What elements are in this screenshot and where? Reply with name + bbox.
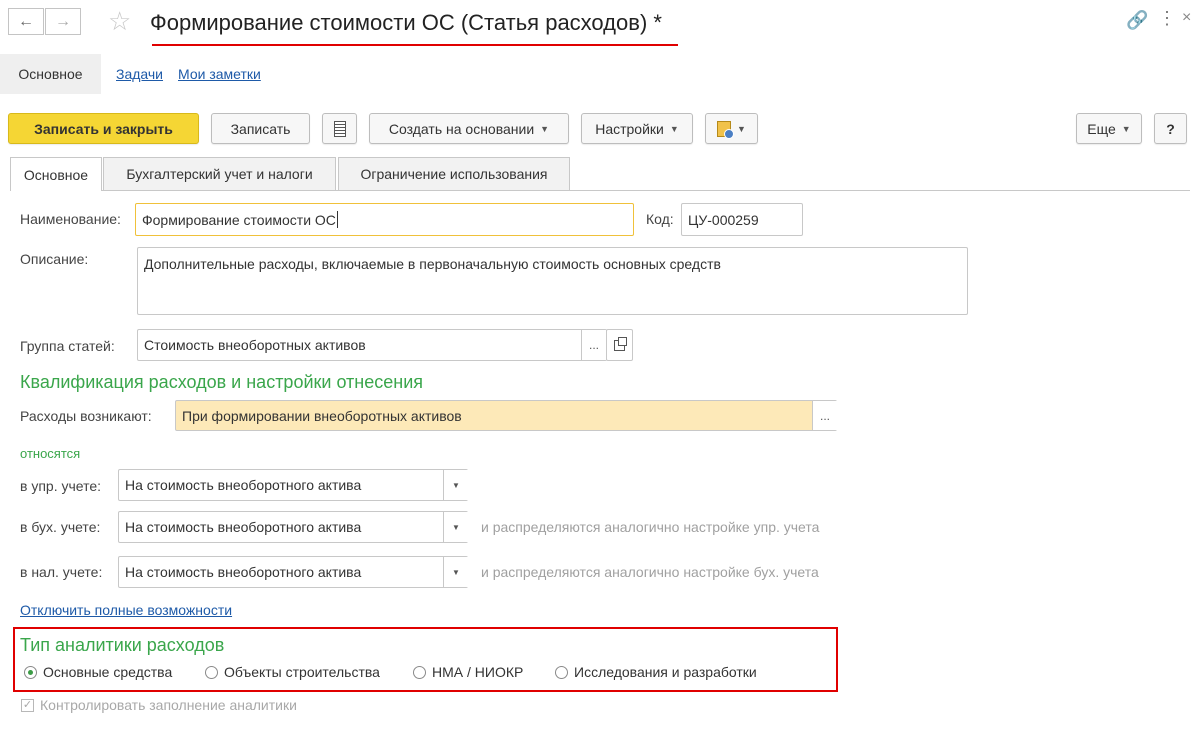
group-value: Стоимость внеоборотных активов bbox=[144, 337, 366, 353]
text-cursor bbox=[336, 211, 338, 228]
radio-fixed-assets[interactable]: Основные средства bbox=[24, 664, 172, 680]
arrow-right-icon: → bbox=[55, 12, 71, 30]
document-list-icon bbox=[333, 120, 346, 137]
chevron-down-icon: ▼ bbox=[452, 522, 460, 532]
radio-construction[interactable]: Объекты строительства bbox=[205, 664, 380, 680]
tab-label: Ограничение использования bbox=[360, 166, 548, 182]
relate-subtitle: относятся bbox=[20, 446, 81, 461]
control-checkbox-label: Контролировать заполнение аналитики bbox=[40, 697, 297, 713]
forward-button[interactable]: → bbox=[45, 8, 81, 35]
arise-input[interactable]: При формировании внеоборотных активов ..… bbox=[175, 400, 837, 431]
tax-label: в нал. учете: bbox=[20, 564, 103, 580]
radio-unchecked-icon bbox=[205, 665, 218, 679]
chevron-down-icon: ▼ bbox=[669, 123, 679, 134]
mgmt-label: в упр. учете: bbox=[20, 478, 102, 494]
ellipsis-icon: ... bbox=[588, 338, 599, 352]
more-vert-icon[interactable]: ⋮ bbox=[1158, 8, 1176, 29]
arise-label: Расходы возникают: bbox=[20, 408, 152, 424]
acc-value: На стоимость внеоборотного актива bbox=[125, 519, 362, 535]
nav-main-tab[interactable]: Основное bbox=[0, 54, 101, 94]
radio-checked-icon bbox=[24, 665, 37, 679]
tab-divider bbox=[10, 190, 1190, 191]
acc-hint: и распределяются аналогично настройке уп… bbox=[481, 519, 820, 535]
tab-label: Бухгалтерский учет и налоги bbox=[126, 166, 313, 182]
chevron-down-icon: ▼ bbox=[452, 567, 460, 577]
description-value: Дополнительные расходы, включаемые в пер… bbox=[144, 256, 721, 272]
nav-main-label: Основное bbox=[18, 66, 83, 82]
acc-dropdown-button[interactable]: ▼ bbox=[443, 512, 468, 542]
disable-full-features-link[interactable]: Отключить полные возможности bbox=[20, 602, 232, 618]
chevron-down-icon: ▼ bbox=[540, 123, 550, 134]
name-value: Формирование стоимости ОС bbox=[142, 211, 336, 228]
chevron-down-icon: ▼ bbox=[737, 123, 746, 134]
qualification-section-title: Квалификация расходов и настройки отнесе… bbox=[20, 372, 424, 392]
favorite-star-icon[interactable]: ☆ bbox=[108, 6, 131, 37]
print-button[interactable]: ▼ bbox=[705, 113, 758, 144]
print-icon bbox=[717, 120, 735, 139]
group-input[interactable]: Стоимость внеоборотных активов ... bbox=[137, 329, 607, 361]
tab-main[interactable]: Основное bbox=[10, 157, 102, 191]
description-textarea[interactable]: Дополнительные расходы, включаемые в пер… bbox=[137, 247, 968, 315]
close-icon[interactable]: × bbox=[1182, 9, 1191, 27]
report-button[interactable] bbox=[322, 113, 357, 144]
create-based-label: Создать на основании bbox=[388, 120, 535, 137]
page-title: Формирование стоимости ОС (Статья расход… bbox=[150, 10, 662, 35]
help-button[interactable]: ? bbox=[1154, 113, 1187, 144]
title-underline bbox=[152, 44, 678, 46]
mgmt-select[interactable]: На стоимость внеоборотного актива ▼ bbox=[118, 469, 468, 501]
save-button[interactable]: Записать bbox=[211, 113, 310, 144]
back-button[interactable]: ← bbox=[8, 8, 44, 35]
settings-button[interactable]: Настройки ▼ bbox=[581, 113, 693, 144]
mgmt-dropdown-button[interactable]: ▼ bbox=[443, 470, 468, 500]
acc-select[interactable]: На стоимость внеоборотного актива ▼ bbox=[118, 511, 468, 543]
tab-restrictions[interactable]: Ограничение использования bbox=[338, 157, 570, 190]
radio-intangible[interactable]: НМА / НИОКР bbox=[413, 664, 523, 680]
group-select-button[interactable]: ... bbox=[581, 330, 606, 360]
radio-label: Исследования и разработки bbox=[574, 664, 757, 680]
radio-research[interactable]: Исследования и разработки bbox=[555, 664, 757, 680]
tax-hint: и распределяются аналогично настройке бу… bbox=[481, 564, 819, 580]
code-input[interactable]: ЦУ-000259 bbox=[681, 203, 803, 236]
nav-notes-link[interactable]: Мои заметки bbox=[178, 66, 261, 82]
checkbox-checked-icon: ✓ bbox=[21, 698, 34, 712]
arise-value: При формировании внеоборотных активов bbox=[182, 407, 462, 424]
nav-tasks-link[interactable]: Задачи bbox=[116, 66, 163, 82]
more-button[interactable]: Еще ▼ bbox=[1076, 113, 1142, 144]
save-close-button[interactable]: Записать и закрыть bbox=[8, 113, 199, 144]
tab-label: Основное bbox=[23, 166, 89, 183]
arrow-left-icon: ← bbox=[18, 12, 34, 30]
radio-label: НМА / НИОКР bbox=[432, 664, 524, 680]
help-label: ? bbox=[1166, 120, 1175, 137]
group-open-button[interactable] bbox=[606, 329, 633, 361]
more-label: Еще bbox=[1087, 120, 1116, 137]
tax-select[interactable]: На стоимость внеоборотного актива ▼ bbox=[118, 556, 468, 588]
tax-dropdown-button[interactable]: ▼ bbox=[443, 557, 468, 587]
code-value: ЦУ-000259 bbox=[688, 211, 759, 228]
chevron-down-icon: ▼ bbox=[452, 480, 460, 490]
radio-unchecked-icon bbox=[555, 665, 568, 679]
save-label: Записать bbox=[230, 120, 291, 137]
tab-accounting[interactable]: Бухгалтерский учет и налоги bbox=[103, 157, 336, 190]
analytics-section-title: Тип аналитики расходов bbox=[20, 635, 225, 655]
name-input[interactable]: Формирование стоимости ОС bbox=[135, 203, 634, 236]
code-label: Код: bbox=[646, 211, 674, 227]
arise-select-button[interactable]: ... bbox=[812, 401, 837, 430]
save-close-label: Записать и закрыть bbox=[34, 120, 173, 137]
tax-value: На стоимость внеоборотного актива bbox=[125, 564, 362, 580]
group-label: Группа статей: bbox=[20, 338, 115, 354]
link-icon[interactable]: 🔗 bbox=[1126, 10, 1148, 31]
open-copy-icon bbox=[614, 336, 627, 351]
settings-label: Настройки bbox=[595, 120, 664, 137]
control-analytics-checkbox[interactable]: ✓ Контролировать заполнение аналитики bbox=[21, 697, 297, 713]
radio-label: Основные средства bbox=[43, 664, 173, 680]
name-label: Наименование: bbox=[20, 211, 121, 227]
create-based-button[interactable]: Создать на основании ▼ bbox=[369, 113, 569, 144]
acc-label: в бух. учете: bbox=[20, 519, 101, 535]
radio-unchecked-icon bbox=[413, 665, 426, 679]
radio-label: Объекты строительства bbox=[224, 664, 380, 680]
description-label: Описание: bbox=[20, 251, 89, 267]
ellipsis-icon: ... bbox=[819, 408, 830, 423]
mgmt-value: На стоимость внеоборотного актива bbox=[125, 477, 362, 493]
chevron-down-icon: ▼ bbox=[1121, 123, 1131, 134]
